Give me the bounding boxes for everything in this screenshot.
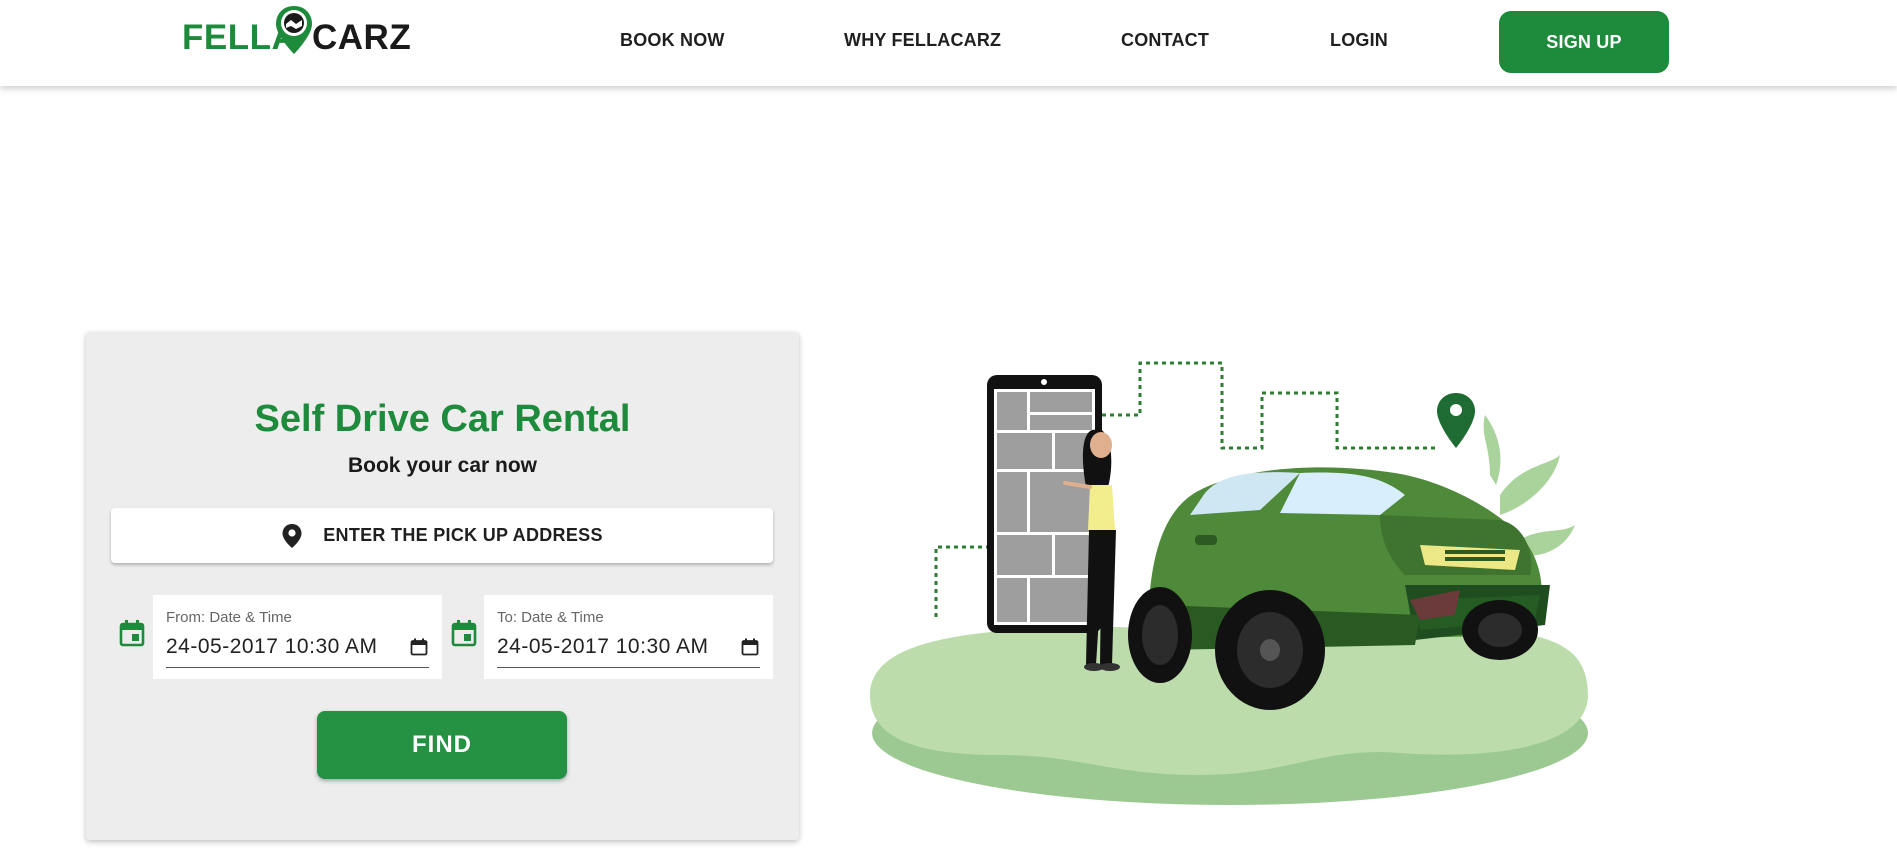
nav-login[interactable]: LOGIN (1330, 30, 1388, 51)
pickup-address-button[interactable]: ENTER THE PICK UP ADDRESS (111, 508, 773, 563)
to-datetime-field[interactable]: To: Date & Time 24-05-2017 10:30 AM (484, 595, 773, 679)
fellacarz-logo[interactable]: FELLA CARZ (182, 4, 411, 62)
card-subtitle: Book your car now (347, 454, 538, 477)
nav-contact[interactable]: CONTACT (1121, 30, 1209, 51)
nav-why-fellacarz[interactable]: WHY FELLACARZ (844, 30, 1001, 51)
top-navbar: FELLA CARZ BOOK NOW WHY FELLACARZ CONTAC… (0, 0, 1897, 86)
to-datetime-label: To: Date & Time (497, 609, 604, 626)
calendar-icon (451, 620, 477, 647)
pickup-address-label: ENTER THE PICK UP ADDRESS (323, 525, 603, 545)
to-datetime-underline (497, 667, 760, 668)
booking-card: Self Drive Car Rental Book your car now … (86, 332, 799, 840)
date-picker-icon[interactable] (410, 638, 428, 656)
from-datetime-field[interactable]: From: Date & Time 24-05-2017 10:30 AM (153, 595, 442, 679)
from-datetime-value[interactable]: 24-05-2017 10:30 AM (166, 635, 377, 659)
logo-text-right: CARZ (312, 18, 412, 57)
card-title: Self Drive Car Rental (254, 398, 631, 440)
nav-book-now[interactable]: BOOK NOW (620, 30, 725, 51)
location-pin-icon (282, 523, 302, 548)
from-datetime-underline (166, 667, 429, 668)
calendar-icon (119, 620, 145, 647)
car-rental-illustration (870, 361, 1588, 805)
logo-pin-icon (276, 6, 312, 54)
sign-up-button[interactable]: SIGN UP (1499, 11, 1669, 73)
from-datetime-label: From: Date & Time (166, 609, 292, 626)
find-button[interactable]: FIND (317, 711, 567, 779)
to-datetime-value[interactable]: 24-05-2017 10:30 AM (497, 635, 708, 659)
date-picker-icon[interactable] (741, 638, 759, 656)
